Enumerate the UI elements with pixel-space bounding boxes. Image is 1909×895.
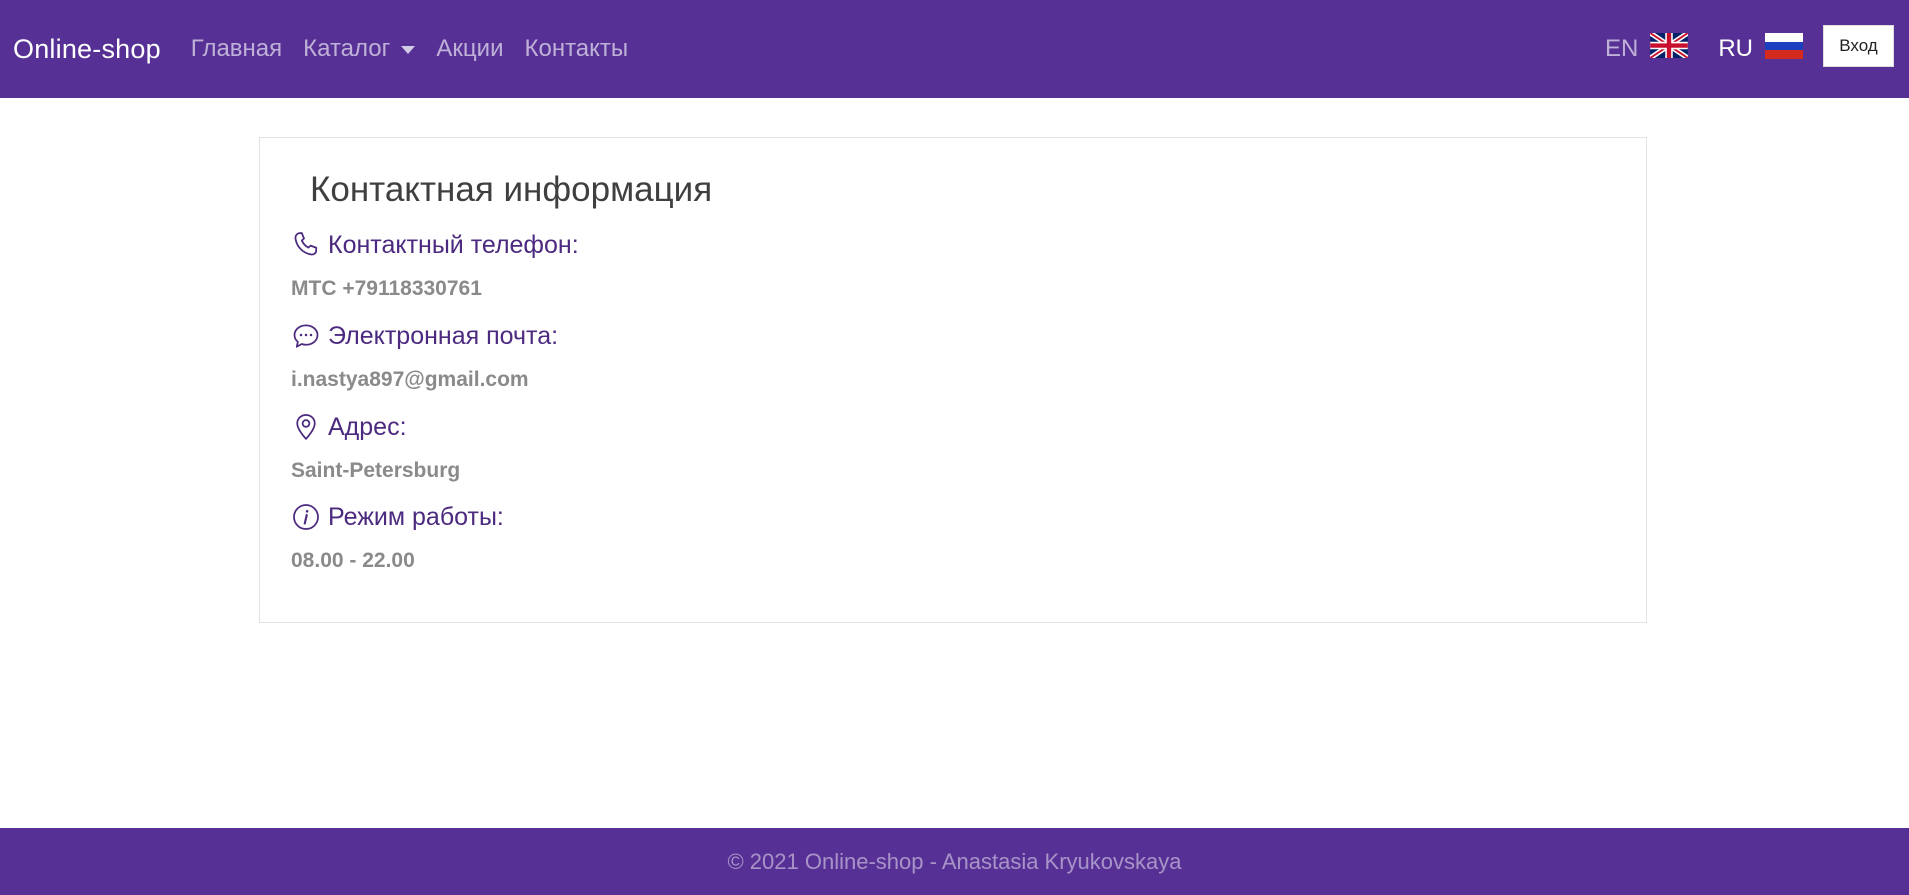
map-pin-icon — [291, 412, 321, 442]
contact-item-header: Адрес: — [291, 412, 460, 442]
language-switch-ru[interactable]: RU — [1718, 32, 1803, 66]
nav-link-label: Контакты — [524, 35, 629, 62]
contact-item-header: Электронная почта: — [291, 321, 558, 351]
language-code: RU — [1718, 35, 1753, 62]
nav-link-label: Акции — [436, 35, 504, 62]
nav-link-home[interactable]: Главная — [191, 35, 282, 63]
nav-dropdown-catalog[interactable]: Каталог — [303, 35, 416, 63]
nav-right-group: EN RU Вход — [1605, 0, 1894, 98]
top-navbar: Online-shop Главная Каталог Акции Контак… — [0, 0, 1909, 98]
page-title: Контактная информация — [310, 170, 713, 209]
nav-link-label: Каталог — [303, 35, 391, 62]
contact-item-label: Режим работы: — [328, 502, 504, 531]
uk-flag-icon — [1649, 30, 1690, 65]
contact-item-label: Адрес: — [328, 412, 407, 441]
contact-item-label: Контактный телефон: — [328, 230, 579, 259]
caret-down-icon — [401, 46, 416, 54]
contact-item-address: Адрес: Saint-Petersburg — [291, 412, 460, 483]
page: Online-shop Главная Каталог Акции Контак… — [0, 0, 1909, 895]
footer-copyright: © 2021 Online-shop - Anastasia Kryukovsk… — [727, 848, 1182, 874]
contact-item-value: 08.00 - 22.00 — [291, 549, 415, 572]
contact-item-phone: Контактный телефон: МТС +79118330761 — [291, 230, 579, 301]
contact-item-header: Режим работы: — [291, 502, 504, 532]
contact-item-value: i.nastya897@gmail.com — [291, 368, 529, 391]
main-nav: Главная Каталог Акции Контакты — [191, 35, 649, 63]
russia-flag-icon — [1765, 32, 1803, 66]
contact-item-header: Контактный телефон: — [291, 230, 579, 260]
footer: © 2021 Online-shop - Anastasia Kryukovsk… — [0, 828, 1909, 895]
info-icon — [291, 502, 321, 532]
nav-link-contacts[interactable]: Контакты — [524, 35, 628, 63]
nav-link-promotions[interactable]: Акции — [436, 35, 503, 63]
contact-item-hours: Режим работы: 08.00 - 22.00 — [291, 502, 504, 573]
language-code: EN — [1604, 35, 1639, 62]
phone-icon — [291, 230, 321, 260]
contact-item-label: Электронная почта: — [328, 321, 559, 350]
chat-bubble-icon — [291, 321, 321, 351]
contact-item-value: Saint-Petersburg — [291, 459, 461, 482]
nav-link-label: Главная — [190, 35, 283, 62]
login-button[interactable]: Вход — [1823, 25, 1894, 67]
contact-info-card: Контактная информация Контактный телефон… — [259, 137, 1647, 623]
contact-item-email: Электронная почта: i.nastya897@gmail.com — [291, 321, 558, 392]
language-switch-en[interactable]: EN — [1604, 30, 1690, 65]
contact-item-value: МТС +79118330761 — [291, 277, 482, 300]
brand-logo-link[interactable]: Online-shop — [13, 34, 161, 65]
